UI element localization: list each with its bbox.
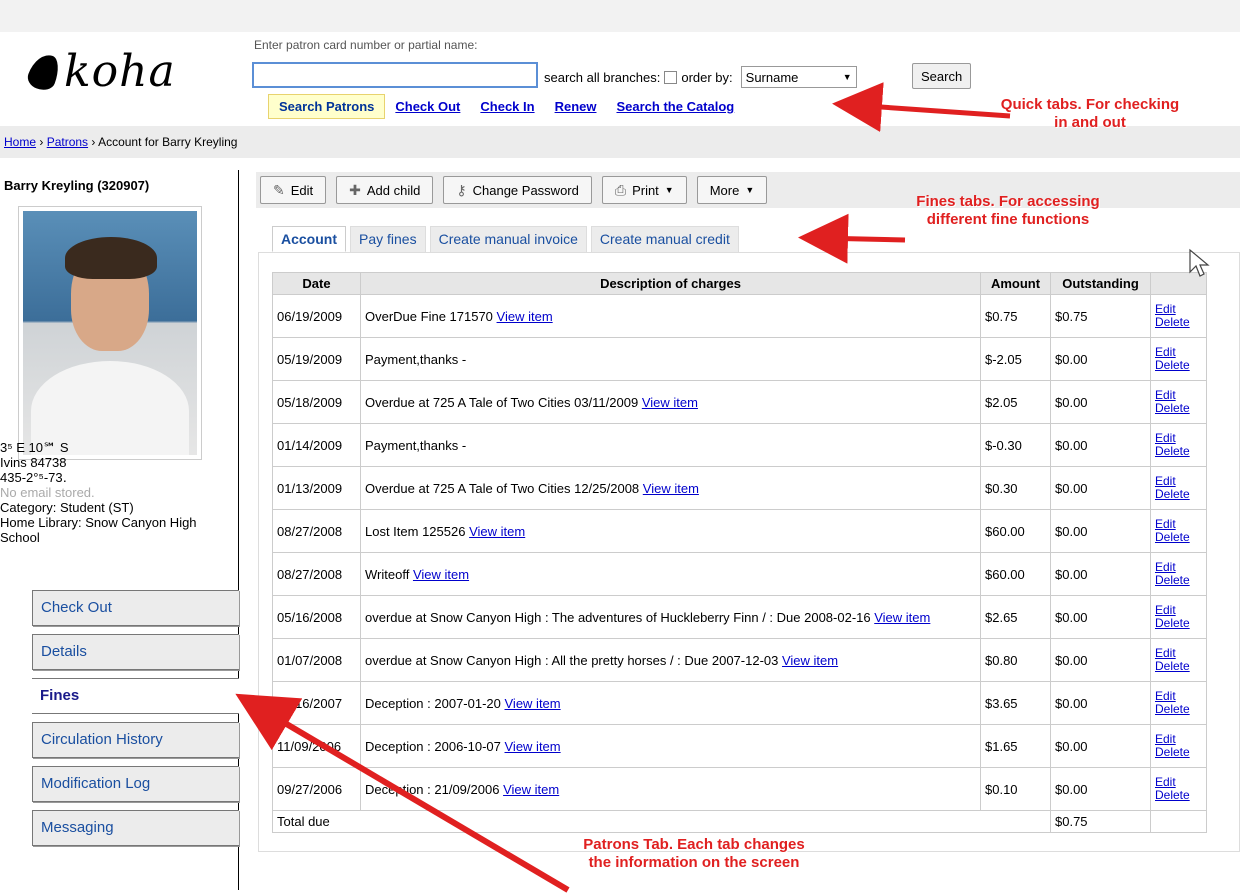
quick-tabs-arrow: [832, 82, 1011, 133]
patron-tabs-arrow: [235, 693, 570, 893]
fine-tabs-arrow: [798, 213, 906, 264]
annotation-fine-tabs: Fines tabs. For accessing different fine…: [916, 193, 1100, 228]
annotation-patron-tabs: Patrons Tab. Each tab changes the inform…: [583, 836, 805, 871]
mouse-pointer-icon: [1189, 248, 1210, 277]
annotation-quick-tabs: Quick tabs. For checking in and out: [1000, 96, 1180, 131]
annotation-arrows: [235, 82, 1011, 893]
